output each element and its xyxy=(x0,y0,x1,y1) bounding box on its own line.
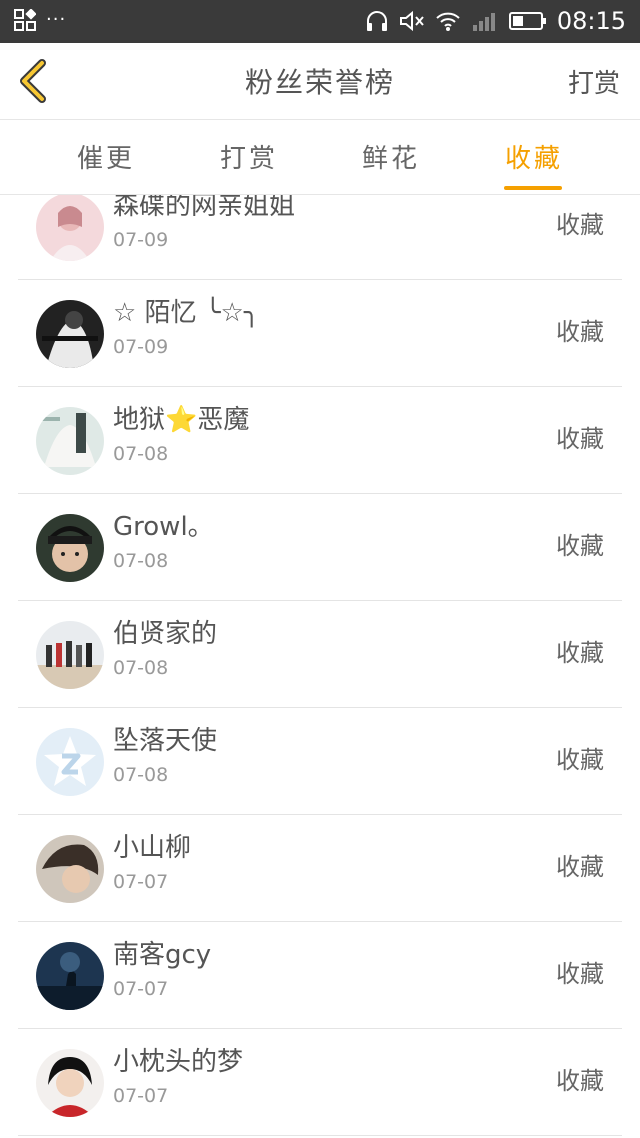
reward-button[interactable]: 打赏 xyxy=(568,63,620,100)
user-name: ☆ 陌忆 ╰☆╮ xyxy=(113,298,260,328)
clock: 08:15 xyxy=(556,7,626,35)
mute-icon xyxy=(399,10,424,32)
action-label: 收藏 xyxy=(556,211,604,239)
avatar xyxy=(36,407,104,475)
user-name: 小山柳 xyxy=(113,833,192,863)
user-name: 伯贤家的 xyxy=(113,619,218,649)
avatar xyxy=(36,1049,104,1117)
avatar xyxy=(36,621,104,689)
page-title: 粉丝荣誉榜 xyxy=(244,66,395,99)
avatar xyxy=(36,728,104,796)
action-label: 收藏 xyxy=(556,1067,604,1095)
battery-icon xyxy=(508,12,546,30)
tab-favorites[interactable]: 收藏 xyxy=(474,138,594,175)
action-label: 收藏 xyxy=(556,746,604,774)
favorite-date: 07-08 xyxy=(113,550,169,572)
favorite-date: 07-08 xyxy=(113,657,169,679)
grid-app-icon xyxy=(14,9,36,31)
list-item[interactable]: 森碟的网亲姐姐 07-09 收藏 xyxy=(18,195,622,280)
action-label: 收藏 xyxy=(556,960,604,988)
user-name: 地狱⭐恶魔 xyxy=(113,405,250,435)
headphones-icon xyxy=(366,11,387,31)
list-item[interactable]: 坠落天使 07-08 收藏 xyxy=(18,708,622,815)
tab-flowers[interactable]: 鲜花 xyxy=(331,138,451,175)
list-item[interactable]: 地狱⭐恶魔 07-08 收藏 xyxy=(18,387,622,494)
favorite-date: 07-07 xyxy=(113,1085,169,1107)
fan-list: 森碟的网亲姐姐 07-09 收藏 ☆ 陌忆 ╰☆╮ 07-09 收藏 地狱⭐恶魔… xyxy=(0,195,640,1138)
top-app-bar: 粉丝荣誉榜 打赏 xyxy=(0,43,640,120)
avatar xyxy=(36,514,104,582)
active-tab-indicator xyxy=(504,186,562,190)
tab-urge-update[interactable]: 催更 xyxy=(46,138,166,175)
signal-icon xyxy=(472,13,495,31)
favorite-date: 07-08 xyxy=(113,443,169,465)
tab-reward[interactable]: 打赏 xyxy=(189,138,309,175)
action-label: 收藏 xyxy=(556,532,604,560)
status-bar: ··· 08:15 xyxy=(0,0,640,43)
action-label: 收藏 xyxy=(556,853,604,881)
list-item[interactable]: Growl。 07-08 收藏 xyxy=(18,494,622,601)
wifi-icon xyxy=(436,12,460,31)
list-item[interactable]: 小枕头的梦 07-07 收藏 xyxy=(18,1029,622,1136)
list-item[interactable]: 南客gcy 07-07 收藏 xyxy=(18,922,622,1029)
avatar xyxy=(36,942,104,1010)
favorite-date: 07-09 xyxy=(113,229,169,251)
action-label: 收藏 xyxy=(556,318,604,346)
more-notifications-icon: ··· xyxy=(46,9,67,30)
user-name: 森碟的网亲姐姐 xyxy=(113,195,296,221)
favorite-date: 07-08 xyxy=(113,764,169,786)
action-label: 收藏 xyxy=(556,639,604,667)
tab-bar: 催更 打赏 鲜花 收藏 xyxy=(0,120,640,195)
favorite-date: 07-07 xyxy=(113,871,169,893)
user-name: 小枕头的梦 xyxy=(113,1047,244,1077)
favorite-date: 07-07 xyxy=(113,978,169,1000)
favorite-date: 07-09 xyxy=(113,336,169,358)
list-item[interactable]: 小山柳 07-07 收藏 xyxy=(18,815,622,922)
avatar xyxy=(36,300,104,368)
user-name: 坠落天使 xyxy=(113,726,218,756)
user-name: Growl。 xyxy=(113,512,214,542)
avatar xyxy=(36,835,104,903)
list-item[interactable]: 伯贤家的 07-08 收藏 xyxy=(18,601,622,708)
user-name: 南客gcy xyxy=(113,940,212,970)
list-item[interactable]: ☆ 陌忆 ╰☆╮ 07-09 收藏 xyxy=(18,280,622,387)
avatar xyxy=(36,195,104,261)
action-label: 收藏 xyxy=(556,425,604,453)
